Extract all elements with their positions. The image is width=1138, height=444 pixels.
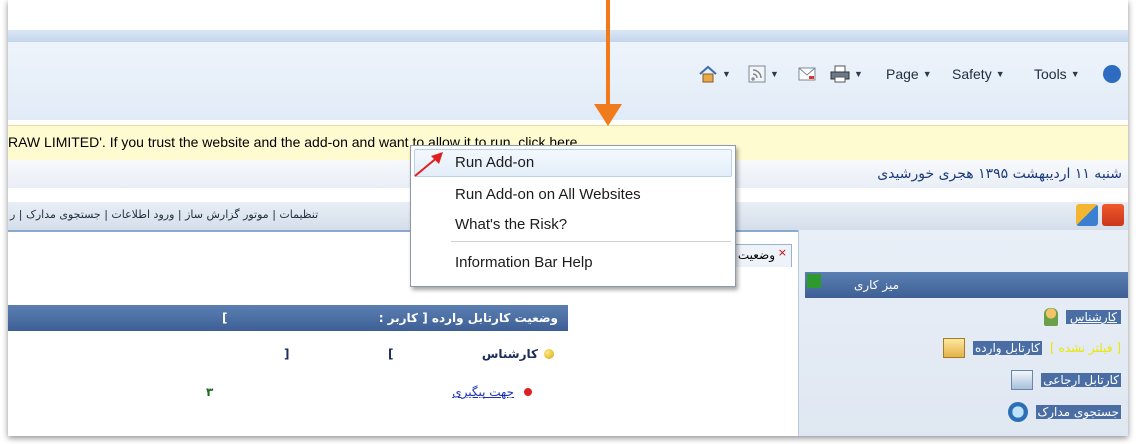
menu-item-infobar-help[interactable]: Information Bar Help bbox=[455, 254, 593, 271]
chevron-down-icon: ▼ bbox=[722, 69, 731, 79]
panel-header: وضعیت کارتابل وارده [ کاربر : ] bbox=[8, 305, 568, 331]
help-icon bbox=[1103, 65, 1121, 83]
help-button[interactable] bbox=[1102, 62, 1122, 86]
print-icon bbox=[830, 65, 850, 83]
panel-title: وضعیت کارتابل وارده [ کاربر : bbox=[378, 311, 558, 325]
safety-menu-button[interactable]: Safety ▼ bbox=[952, 62, 1005, 86]
inbox-filter-label: [ فیلتر نشده ] bbox=[1049, 341, 1121, 355]
role-row: کارشناس bbox=[482, 347, 554, 361]
tab-label: وضعیت bbox=[737, 248, 775, 262]
chevron-down-icon: ▼ bbox=[995, 69, 1005, 79]
read-mail-button[interactable] bbox=[798, 62, 816, 86]
menu-separator bbox=[451, 241, 731, 242]
safety-menu-label: Safety bbox=[952, 66, 992, 82]
menu-item-whats-the-risk[interactable]: What's the Risk? bbox=[455, 216, 567, 233]
mail-icon bbox=[798, 67, 816, 81]
follow-up-row[interactable]: جهت پیگیری bbox=[452, 385, 532, 399]
referred-icon bbox=[1011, 370, 1034, 390]
side-panel-header: میز کاری bbox=[805, 272, 1128, 298]
bracket-open: [ bbox=[284, 347, 290, 361]
user-icon bbox=[1043, 308, 1058, 326]
browser-title-strip bbox=[8, 30, 1128, 42]
page-menu-label: Page bbox=[886, 66, 919, 82]
inbox-label: کارتابل وارده bbox=[973, 341, 1042, 355]
tools-menu-label: Tools bbox=[1034, 66, 1067, 82]
follow-up-link[interactable]: جهت پیگیری bbox=[452, 385, 514, 399]
refresh-icon[interactable] bbox=[807, 274, 821, 288]
home-icon bbox=[699, 65, 717, 83]
desk-side-panel: میز کاری کارشناس [ فیلتر نشده ] کارتابل … bbox=[798, 230, 1128, 436]
chevron-down-icon: ▼ bbox=[770, 69, 779, 79]
search-documents-label: جستجوی مدارک bbox=[1035, 405, 1121, 419]
chevron-down-icon: ▼ bbox=[1070, 69, 1080, 79]
app-menu-links[interactable]: تنظیمات | موتور گزارش ساز | ورود اطلاعات… bbox=[10, 208, 318, 221]
app-grid-icon[interactable] bbox=[1076, 204, 1098, 226]
follow-up-count: ۳ bbox=[206, 385, 214, 399]
close-icon[interactable]: × bbox=[778, 246, 787, 259]
annotation-arrow-head bbox=[594, 104, 622, 126]
annotation-arrow-shaft bbox=[606, 0, 610, 108]
search-icon bbox=[1007, 402, 1028, 422]
menu-item-run-addon-all[interactable]: Run Add-on on All Websites bbox=[455, 186, 641, 203]
sidebar-item-inbox[interactable]: [ فیلتر نشده ] کارتابل وارده bbox=[943, 338, 1121, 358]
addon-context-menu: Run Add-on Run Add-on on All Websites Wh… bbox=[410, 145, 736, 287]
sidebar-item-search[interactable]: جستجوی مدارک bbox=[1007, 402, 1121, 422]
bracket-close: ] bbox=[388, 347, 394, 361]
chevron-down-icon: ▼ bbox=[922, 69, 932, 79]
feeds-button[interactable]: ▼ bbox=[748, 62, 779, 86]
side-panel-title: میز کاری bbox=[853, 278, 899, 292]
chevron-down-icon: ▼ bbox=[854, 69, 863, 79]
sidebar-item-referred[interactable]: کارتابل ارجاعی bbox=[1011, 370, 1121, 390]
tab-status[interactable]: × وضعیت bbox=[728, 244, 792, 267]
app-exit-icon[interactable] bbox=[1102, 204, 1124, 226]
inbox-status-panel: وضعیت کارتابل وارده [ کاربر : ] کارشناس … bbox=[8, 305, 568, 436]
menu-item-run-addon[interactable]: Run Add-on bbox=[455, 154, 534, 171]
feed-icon bbox=[748, 65, 766, 83]
print-button[interactable]: ▼ bbox=[830, 62, 863, 86]
inbox-icon bbox=[943, 338, 966, 358]
tools-menu-button[interactable]: Tools ▼ bbox=[1034, 62, 1080, 86]
red-dot-icon bbox=[524, 388, 532, 396]
red-pointer-arrow bbox=[414, 152, 443, 177]
role-label: کارشناس bbox=[481, 347, 538, 361]
current-date: شنبه ۱۱ اردیبهشت ۱۳۹۵ هجری خورشیدی bbox=[877, 166, 1122, 182]
bullet-icon bbox=[544, 349, 554, 359]
user-role: کارشناس bbox=[1043, 308, 1121, 326]
page-menu-button[interactable]: Page ▼ bbox=[886, 62, 932, 86]
referred-label: کارتابل ارجاعی bbox=[1041, 373, 1121, 387]
user-role-label: کارشناس bbox=[1065, 310, 1121, 324]
panel-title-bracket: ] bbox=[222, 311, 228, 325]
home-button[interactable]: ▼ bbox=[698, 62, 731, 86]
browser-window: ▼ ▼ ▼ Page ▼ Safety ▼ Tools ▼ RAW LIMITE… bbox=[8, 0, 1128, 436]
